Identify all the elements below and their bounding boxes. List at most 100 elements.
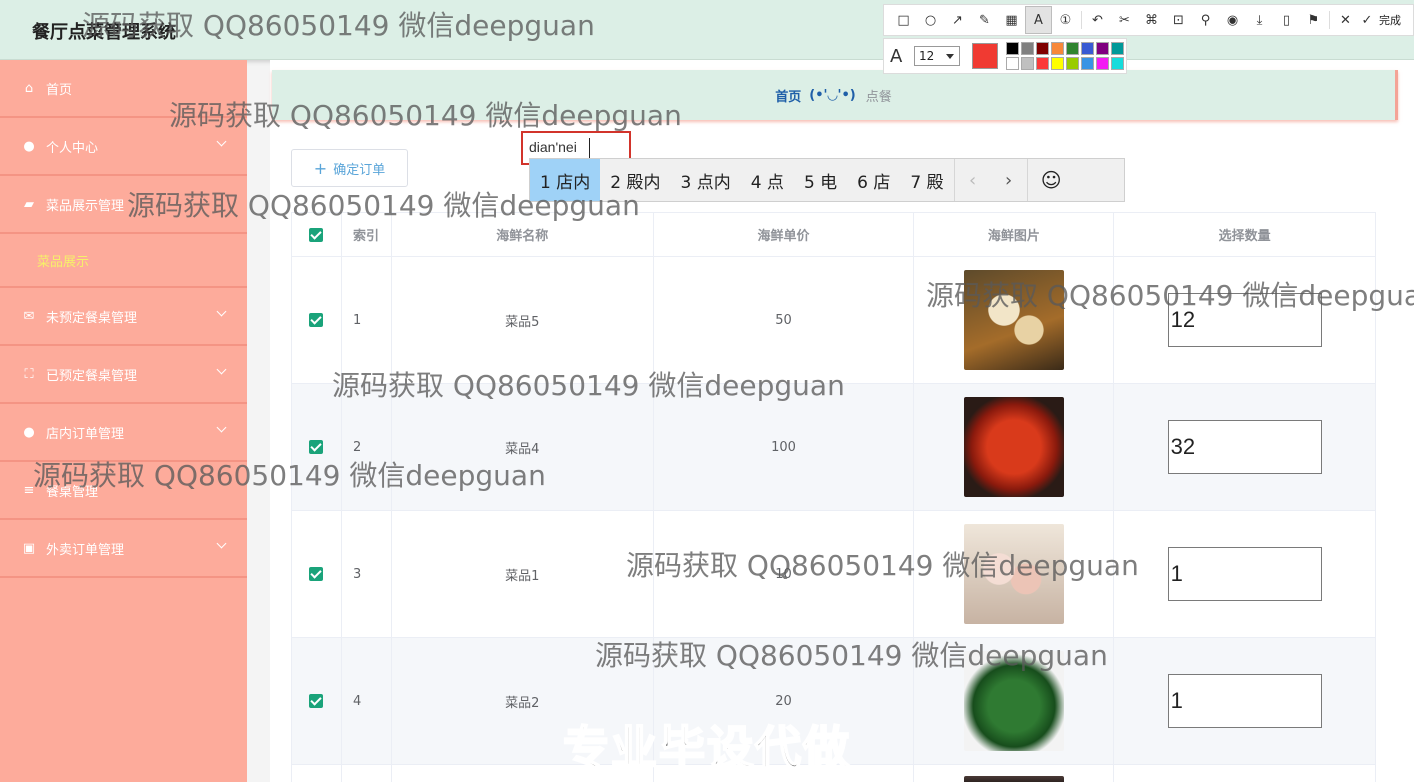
row-index: 2 <box>342 384 392 510</box>
sidebar-item[interactable]: ⛶ 已预定餐桌管理 <box>0 346 247 404</box>
color-swatch[interactable] <box>1096 42 1109 55</box>
cut-icon[interactable]: ✂ <box>1111 6 1138 34</box>
sidebar-item[interactable]: ▣ 外卖订单管理 <box>0 520 247 578</box>
mosaic-tool-icon[interactable]: ▦ <box>998 6 1025 34</box>
ime-candidate[interactable]: 4 点 <box>741 159 794 201</box>
color-swatch[interactable] <box>1036 42 1049 55</box>
translate-icon[interactable]: ⌘ <box>1138 6 1165 34</box>
current-color-swatch[interactable] <box>972 43 998 69</box>
record-icon[interactable]: ◉ <box>1219 6 1246 34</box>
row-select-cell[interactable] <box>292 511 342 637</box>
quantity-input[interactable]: 32 <box>1167 420 1322 474</box>
ime-candidate[interactable]: 5 电 <box>794 159 847 201</box>
quantity-input[interactable]: 1 <box>1167 547 1322 601</box>
row-select-cell[interactable] <box>292 257 342 383</box>
chevron-down-icon <box>216 422 227 433</box>
breadcrumb-home[interactable]: 首页 <box>775 86 801 105</box>
rectangle-tool-icon[interactable]: □ <box>890 6 917 34</box>
color-swatch[interactable] <box>1036 57 1049 70</box>
chevron-left-icon[interactable]: ‹ <box>955 159 991 201</box>
color-swatch[interactable] <box>1081 42 1094 55</box>
crop-icon[interactable]: ⊡ <box>1165 6 1192 34</box>
pin-icon[interactable]: ⚲ <box>1192 6 1219 34</box>
color-swatch[interactable] <box>1066 42 1079 55</box>
emoji-icon[interactable]: ☺ <box>1026 159 1075 201</box>
color-swatch[interactable] <box>1066 57 1079 70</box>
select-all-cell[interactable] <box>292 213 342 256</box>
download-icon[interactable]: ⤓ <box>1246 6 1273 34</box>
font-size-select[interactable]: 12 <box>914 46 960 66</box>
ime-candidate[interactable]: 2 殿内 <box>600 159 670 201</box>
color-swatch[interactable] <box>1096 57 1109 70</box>
number-tool-icon[interactable]: ① <box>1052 6 1079 34</box>
ime-candidate[interactable]: 3 点内 <box>670 159 740 201</box>
bookmark-icon[interactable]: ⚑ <box>1300 6 1327 34</box>
dish-table: 索引 海鲜名称 海鲜单价 海鲜图片 选择数量 1 菜品5 50 12 2 菜品4 100 32… <box>291 212 1376 782</box>
row-price: 50 <box>654 257 915 383</box>
row-quantity-cell: 12 <box>1114 257 1376 383</box>
ellipse-tool-icon[interactable]: ○ <box>917 6 944 34</box>
plus-icon: + <box>313 158 328 178</box>
color-swatch[interactable] <box>1051 57 1064 70</box>
sidebar-item[interactable]: ≡ 餐桌管理 <box>0 462 247 520</box>
dish-image <box>963 524 1064 624</box>
mail-icon: ✉ <box>23 308 35 324</box>
sidebar-item-label: 店内订单管理 <box>46 426 125 442</box>
row-select-cell[interactable] <box>292 638 342 764</box>
sidebar-item[interactable]: ⌂ 首页 <box>0 60 247 118</box>
row-image-cell <box>914 765 1115 782</box>
close-icon[interactable]: ✕ <box>1332 6 1359 34</box>
quantity-input[interactable]: 12 <box>1167 293 1322 347</box>
color-swatch[interactable] <box>1006 57 1019 70</box>
row-checkbox[interactable] <box>309 567 324 581</box>
breadcrumb-emoticon: (•'◡'•) <box>809 87 856 103</box>
row-checkbox[interactable] <box>309 694 324 708</box>
quantity-input[interactable]: 1 <box>1167 674 1322 728</box>
color-swatch[interactable] <box>1021 57 1034 70</box>
sidebar-item[interactable]: 菜品展示 <box>0 234 247 288</box>
row-quantity-cell: 32 <box>1114 384 1376 510</box>
col-name: 海鲜名称 <box>392 213 654 256</box>
briefcase-icon: ▰ <box>24 196 34 212</box>
sidebar-item[interactable]: ● 店内订单管理 <box>0 404 247 462</box>
chevron-right-icon[interactable]: › <box>991 159 1027 201</box>
check-icon[interactable]: ✓ <box>1359 6 1375 34</box>
row-checkbox[interactable] <box>309 440 324 454</box>
ime-candidate[interactable]: 1 店内 <box>530 159 601 201</box>
sidebar-item[interactable]: ▰ 菜品展示管理 <box>0 176 247 234</box>
ime-page-nav: ‹ › <box>953 159 1027 201</box>
sidebar: ⌂ 首页 ● 个人中心 ▰ 菜品展示管理 菜品展示 ✉ 未预定餐桌管理 ⛶ 已预定餐桌管理 ● 店内订单… <box>0 60 247 782</box>
undo-icon[interactable]: ↶ <box>1084 6 1111 34</box>
color-swatch[interactable] <box>1111 57 1124 70</box>
table-row: 2 菜品4 100 32 <box>292 384 1376 511</box>
color-swatch[interactable] <box>1081 57 1094 70</box>
sidebar-item-label: 未预定餐桌管理 <box>46 310 138 326</box>
select-all-checkbox[interactable] <box>309 227 324 242</box>
pen-tool-icon[interactable]: ✎ <box>971 6 998 34</box>
phone-icon[interactable]: ▯ <box>1273 6 1300 34</box>
table-row: 1 菜品5 50 12 <box>292 257 1376 384</box>
confirm-order-button[interactable]: + 确定订单 <box>291 149 408 187</box>
arrow-tool-icon[interactable]: ↗ <box>944 6 971 34</box>
row-price: 10 <box>654 511 915 637</box>
ime-candidate[interactable]: 7 殿 <box>900 159 953 201</box>
color-swatch[interactable] <box>1111 42 1124 55</box>
color-palette <box>1006 42 1126 70</box>
row-checkbox[interactable] <box>309 313 324 327</box>
color-swatch[interactable] <box>1021 42 1034 55</box>
app-title: 餐厅点菜管理系统 <box>32 22 176 43</box>
sidebar-item[interactable]: ● 个人中心 <box>0 118 247 176</box>
sidebar-item[interactable]: ✉ 未预定餐桌管理 <box>0 288 247 346</box>
row-index: 4 <box>342 638 392 764</box>
font-icon: A <box>890 45 903 67</box>
dish-image <box>963 651 1064 751</box>
color-swatch[interactable] <box>1051 42 1064 55</box>
row-select-cell[interactable] <box>292 384 342 510</box>
ime-candidate[interactable]: 6 店 <box>847 159 900 201</box>
sidebar-item-label: 个人中心 <box>46 140 99 156</box>
text-tool-icon[interactable]: A <box>1025 6 1052 34</box>
confirm-order-label: 确定订单 <box>333 162 386 178</box>
done-button[interactable]: 完成 <box>1379 12 1401 28</box>
color-swatch[interactable] <box>1006 42 1019 55</box>
chevron-down-icon <box>216 136 227 147</box>
